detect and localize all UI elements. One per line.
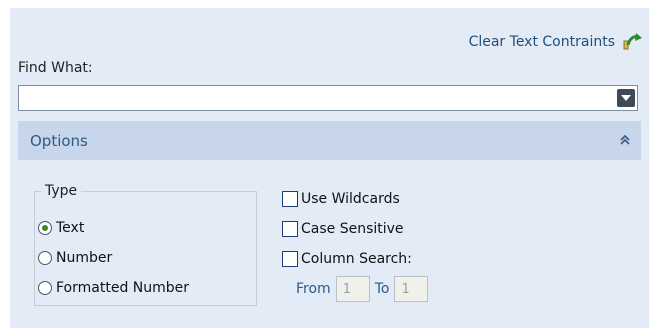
- find-what-label: Find What:: [18, 60, 93, 76]
- radio-label: Text: [56, 220, 85, 236]
- from-column-input[interactable]: 1: [335, 276, 370, 302]
- column-search-range: From 1 To 1: [296, 276, 429, 302]
- checkbox[interactable]: [282, 251, 298, 267]
- radio-label: Formatted Number: [56, 280, 190, 296]
- find-what-combobox[interactable]: [18, 85, 638, 111]
- checkbox[interactable]: [282, 191, 298, 207]
- eraser-arrow-icon: [621, 33, 643, 51]
- checkbox-case-sensitive[interactable]: Case Sensitive: [282, 221, 404, 237]
- radio-number[interactable]: Number: [38, 250, 112, 266]
- to-label: To: [374, 281, 390, 297]
- find-panel: Clear Text Contraints Find What: Options…: [10, 8, 649, 328]
- checkbox-use-wildcards[interactable]: Use Wildcards: [282, 191, 400, 207]
- radio-button[interactable]: [38, 281, 52, 295]
- type-legend: Type: [45, 183, 78, 199]
- double-chevron-up-icon[interactable]: [619, 132, 631, 150]
- dropdown-arrow-icon[interactable]: [617, 89, 635, 107]
- radio-button[interactable]: [38, 221, 52, 235]
- checkbox-label: Case Sensitive: [301, 221, 404, 237]
- radio-button[interactable]: [38, 251, 52, 265]
- radio-text[interactable]: Text: [38, 220, 84, 236]
- find-what-input[interactable]: [23, 87, 617, 111]
- checkbox-label: Column Search:: [301, 251, 412, 267]
- to-column-input[interactable]: 1: [394, 276, 429, 302]
- options-title: Options: [30, 131, 88, 150]
- radio-formatted-number[interactable]: Formatted Number: [38, 280, 189, 296]
- radio-label: Number: [56, 250, 113, 266]
- clear-text-constraints-label: Clear Text Contraints: [468, 34, 615, 50]
- checkbox-column-search[interactable]: Column Search:: [282, 251, 412, 267]
- options-section-header[interactable]: Options: [18, 121, 641, 160]
- from-label: From: [296, 281, 331, 297]
- checkbox[interactable]: [282, 221, 298, 237]
- checkbox-label: Use Wildcards: [301, 191, 400, 207]
- clear-text-constraints-link[interactable]: Clear Text Contraints: [469, 33, 643, 51]
